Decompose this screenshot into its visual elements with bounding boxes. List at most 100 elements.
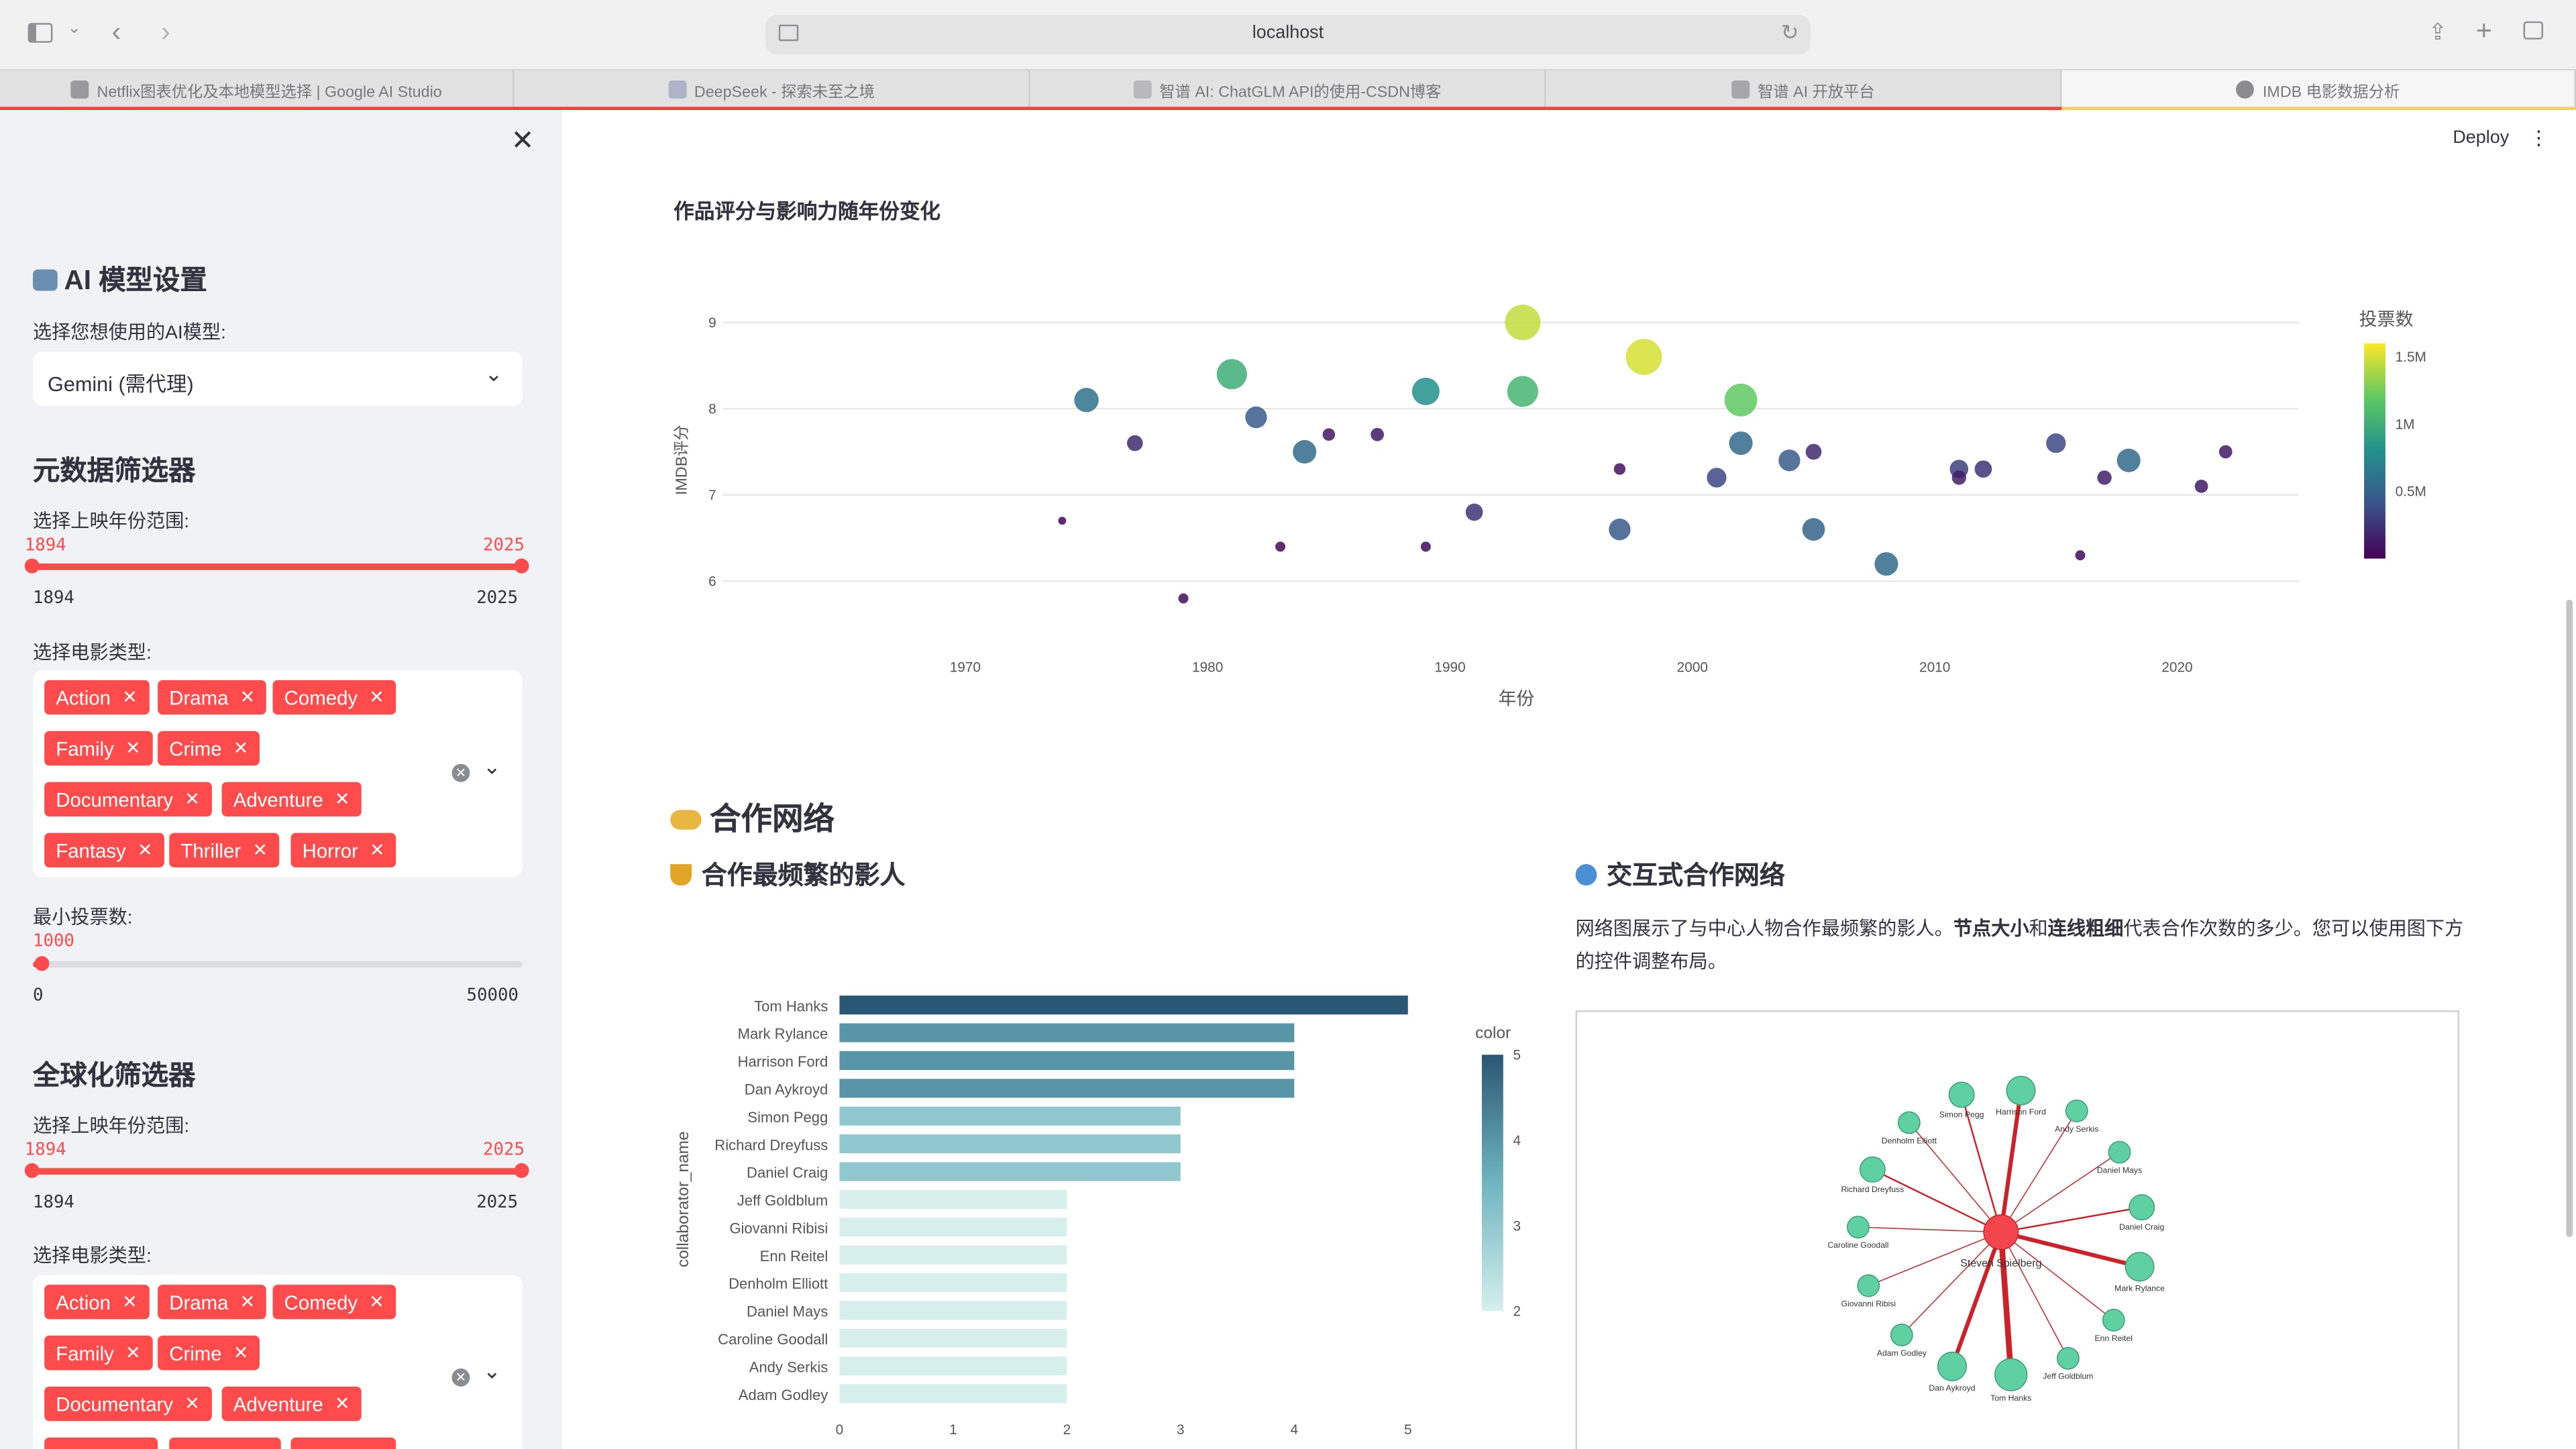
model-select[interactable]: Gemini (需代理) ⌄	[32, 352, 523, 406]
bar-colorbar-title: color	[1475, 1024, 1511, 1042]
remove-tag-icon[interactable]: ✕	[335, 789, 350, 810]
genre-tag-partial[interactable]	[44, 1437, 158, 1449]
genre-tag[interactable]: Crime ✕	[158, 1336, 260, 1371]
genre-tag[interactable]: Drama ✕	[158, 1285, 267, 1320]
remove-tag-icon[interactable]: ✕	[369, 687, 384, 708]
genre-multiselect[interactable]: Action ✕ Drama ✕ Comedy ✕ Family ✕ Crime ✕ Do…	[32, 670, 523, 877]
share-icon[interactable]: ⇪	[2428, 18, 2448, 46]
year-range-slider[interactable]	[32, 1168, 523, 1175]
remove-tag-icon[interactable]: ✕	[240, 687, 256, 708]
tag-label: Crime	[169, 1341, 222, 1364]
scatter-point	[2097, 470, 2112, 485]
remove-tag-icon[interactable]: ✕	[122, 687, 138, 708]
genre-tag[interactable]: Documentary ✕	[44, 782, 211, 817]
remove-tag-icon[interactable]: ✕	[122, 1291, 138, 1312]
tab-csdn[interactable]: 智谱 AI: ChatGLM API的使用-CSDN博客	[1030, 70, 1546, 109]
genre-tag[interactable]: Thriller ✕	[169, 833, 280, 868]
network-nodes[interactable]	[1847, 1075, 2155, 1391]
chevron-down-icon[interactable]: ⌄	[483, 754, 501, 780]
close-sidebar-icon[interactable]: ✕	[511, 125, 535, 158]
handshake-icon	[670, 810, 702, 830]
genre-tag[interactable]: Adventure ✕	[221, 1386, 362, 1421]
tag-label: Drama	[169, 1290, 229, 1313]
x-tick-label: 1990	[1434, 660, 1465, 676]
x-tick-label: 3	[1177, 1422, 1185, 1438]
slider-handle-min[interactable]	[24, 1163, 40, 1178]
genre-tag[interactable]: Family ✕	[44, 731, 152, 766]
scatter-point	[1322, 428, 1336, 441]
app-window: ⌄ ‹ › localhost ↻ ⇪ + Netflix图表优化及本地模型选择…	[0, 0, 2576, 1449]
collaborator-node	[2056, 1346, 2080, 1370]
slider-handle-min[interactable]	[24, 558, 40, 574]
scatter-point	[1216, 359, 1247, 390]
tab-title: Netflix图表优化及本地模型选择 | Google AI Studio	[97, 83, 442, 101]
tab-deepseek[interactable]: DeepSeek - 探索未至之境	[515, 70, 1030, 109]
main-menu-icon[interactable]: · · ·	[2535, 118, 2542, 154]
clear-all-icon[interactable]: ✕	[451, 1368, 470, 1387]
address-bar[interactable]: localhost ↻	[765, 15, 1811, 54]
remove-tag-icon[interactable]: ✕	[252, 839, 268, 861]
remove-tag-icon[interactable]: ✕	[138, 839, 153, 861]
scatter-point	[1058, 517, 1067, 525]
genre-multiselect[interactable]: Action ✕ Drama ✕ Comedy ✕ Family ✕ Crime ✕ Do…	[32, 1275, 523, 1449]
remove-tag-icon[interactable]: ✕	[335, 1393, 350, 1414]
genre-tag[interactable]: Drama ✕	[158, 680, 267, 715]
back-arrow-icon[interactable]: ‹	[112, 16, 121, 49]
deploy-button[interactable]: Deploy	[2453, 128, 2509, 148]
bar-category-label: Simon Pegg	[747, 1109, 828, 1126]
scatter-y-axis-title: IMDB评分	[673, 425, 690, 495]
genre-tag[interactable]: Fantasy ✕	[44, 833, 164, 868]
x-tick-label: 2020	[2161, 660, 2192, 676]
forward-arrow-icon[interactable]: ›	[161, 16, 170, 49]
remove-tag-icon[interactable]: ✕	[125, 1342, 141, 1363]
genre-tag[interactable]: Comedy ✕	[272, 680, 396, 715]
reload-icon[interactable]: ↻	[1781, 19, 1799, 46]
remove-tag-icon[interactable]: ✕	[125, 738, 141, 759]
remove-tag-icon[interactable]: ✕	[184, 1393, 200, 1414]
x-tick-label: 0	[836, 1422, 844, 1438]
year-range-slider[interactable]	[32, 564, 523, 570]
genre-tag[interactable]: Action ✕	[44, 680, 149, 715]
bar	[839, 1356, 1067, 1376]
network-graph-frame[interactable]: Harrison Ford Andy Serkis Daniel Mays Danie…	[1575, 1010, 2461, 1449]
genre-tag[interactable]: Comedy ✕	[272, 1285, 396, 1320]
trophy-icon	[670, 864, 692, 886]
genre-tag[interactable]: Crime ✕	[158, 731, 260, 766]
tab-imdb-analysis[interactable]: IMDB 电影数据分析	[2061, 70, 2576, 109]
min-votes-slider[interactable]	[32, 961, 523, 968]
slider-handle[interactable]	[34, 956, 50, 971]
remove-tag-icon[interactable]: ✕	[233, 1342, 249, 1363]
genre-tag[interactable]: Adventure ✕	[221, 782, 362, 817]
bar-y-axis-title: collaborator_name	[674, 1131, 692, 1267]
slider-handle-max[interactable]	[514, 558, 529, 574]
chevron-down-icon[interactable]: ⌄	[483, 1358, 501, 1385]
remove-tag-icon[interactable]: ✕	[233, 738, 249, 759]
network-graph[interactable]: Harrison Ford Andy Serkis Daniel Mays Danie…	[1577, 1012, 2461, 1449]
genre-tag[interactable]: Action ✕	[44, 1285, 149, 1320]
remove-tag-icon[interactable]: ✕	[370, 839, 385, 861]
genre-tag[interactable]: Horror ✕	[290, 833, 396, 868]
network-edge	[2000, 1151, 2120, 1233]
genre-tag-partial[interactable]	[290, 1437, 396, 1449]
remove-tag-icon[interactable]: ✕	[240, 1291, 256, 1312]
tab-overview-icon[interactable]	[2523, 21, 2544, 40]
genre-tag[interactable]: Documentary ✕	[44, 1386, 211, 1421]
tab-google-ai-studio[interactable]: Netflix图表优化及本地模型选择 | Google AI Studio	[0, 70, 515, 109]
slider-handle-max[interactable]	[514, 1163, 529, 1178]
remove-tag-icon[interactable]: ✕	[184, 789, 200, 810]
scrollbar[interactable]	[2566, 599, 2573, 1238]
sidebar-toggle-icon[interactable]	[28, 23, 53, 43]
year-range-max: 2025	[476, 1192, 519, 1213]
favicon-icon	[70, 80, 89, 99]
tag-label: Documentary	[56, 788, 174, 811]
remove-tag-icon[interactable]: ✕	[369, 1291, 384, 1312]
tab-zhipu[interactable]: 智谱 AI 开放平台	[1546, 70, 2062, 109]
genre-tag[interactable]: Family ✕	[44, 1336, 152, 1371]
frequent-collaborators-heading: 合作最频繁的影人	[670, 856, 905, 892]
chevron-down-icon[interactable]: ⌄	[67, 19, 81, 38]
favicon-icon	[667, 80, 686, 99]
collaborator-node	[1847, 1216, 1870, 1239]
new-tab-icon[interactable]: +	[2476, 15, 2492, 48]
clear-all-icon[interactable]: ✕	[451, 763, 470, 782]
genre-tag-partial[interactable]	[169, 1437, 281, 1449]
